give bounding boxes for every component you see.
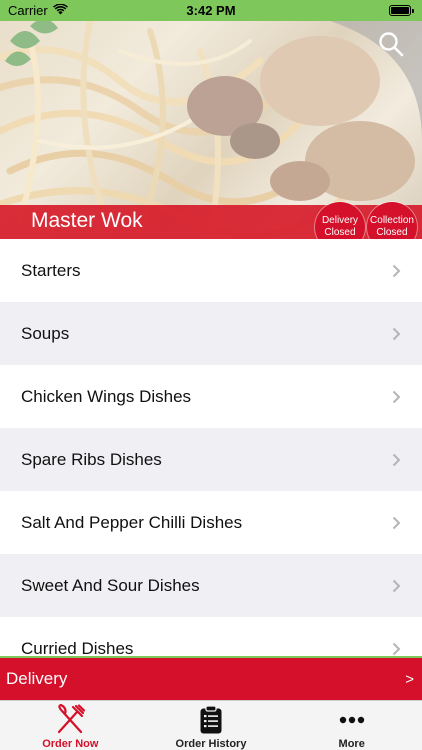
category-list: Starters Soups Chicken Wings Dishes Spar…: [0, 239, 422, 656]
search-icon[interactable]: [378, 31, 404, 57]
chevron-right-icon: [392, 516, 401, 529]
chevron-right-icon: [392, 327, 401, 340]
tab-bar: Order Now Order History More: [0, 700, 422, 750]
delivery-status-line2: Closed: [324, 227, 356, 238]
tab-order-history[interactable]: Order History: [141, 701, 282, 750]
category-label: Starters: [21, 260, 81, 280]
tab-more[interactable]: More: [281, 701, 422, 750]
carrier-label: Carrier: [8, 3, 48, 18]
category-row-salt-pepper[interactable]: Salt And Pepper Chilli Dishes: [0, 491, 422, 554]
category-label: Chicken Wings Dishes: [21, 386, 192, 406]
chevron-right-icon: [392, 579, 401, 592]
category-label: Sweet And Sour Dishes: [21, 575, 200, 595]
collection-status-line2: Closed: [376, 227, 408, 238]
battery-icon: [389, 5, 414, 16]
category-row-soups[interactable]: Soups: [0, 302, 422, 365]
tab-label: Order Now: [42, 738, 99, 750]
category-label: Spare Ribs Dishes: [21, 449, 162, 469]
clipboard-list-icon: [194, 704, 228, 736]
delivery-mode-label: Delivery: [6, 669, 68, 688]
category-label: Curried Dishes: [21, 638, 134, 657]
tab-label: Order History: [175, 738, 247, 750]
category-row-sweet-sour[interactable]: Sweet And Sour Dishes: [0, 554, 422, 617]
status-bar: Carrier 3:42 PM: [0, 0, 422, 21]
more-dots-icon: [335, 704, 369, 736]
chevron-right-icon: [392, 264, 401, 277]
chevron-right-icon: [392, 390, 401, 403]
wifi-icon: [52, 3, 68, 18]
category-label: Salt And Pepper Chilli Dishes: [21, 512, 243, 532]
tab-label: More: [338, 738, 365, 750]
category-label: Soups: [21, 323, 70, 343]
category-row-curried[interactable]: Curried Dishes: [0, 617, 422, 656]
tab-order-now[interactable]: Order Now: [0, 701, 141, 750]
category-row-starters[interactable]: Starters: [0, 239, 422, 302]
delivery-mode-bar[interactable]: Delivery >: [0, 656, 422, 700]
chevron-right-icon: [392, 453, 401, 466]
category-row-chicken-wings[interactable]: Chicken Wings Dishes: [0, 365, 422, 428]
delivery-arrow-icon: >: [405, 670, 414, 688]
restaurant-name: Master Wok: [31, 209, 143, 232]
fork-knife-icon: [53, 704, 87, 736]
delivery-status-line1: Delivery: [321, 215, 359, 226]
chevron-right-icon: [392, 642, 401, 655]
hero-banner: Master Wok Delivery Closed Collection Cl…: [0, 21, 422, 239]
category-row-spare-ribs[interactable]: Spare Ribs Dishes: [0, 428, 422, 491]
status-left: Carrier: [8, 3, 68, 18]
collection-status-line1: Collection: [370, 215, 414, 226]
